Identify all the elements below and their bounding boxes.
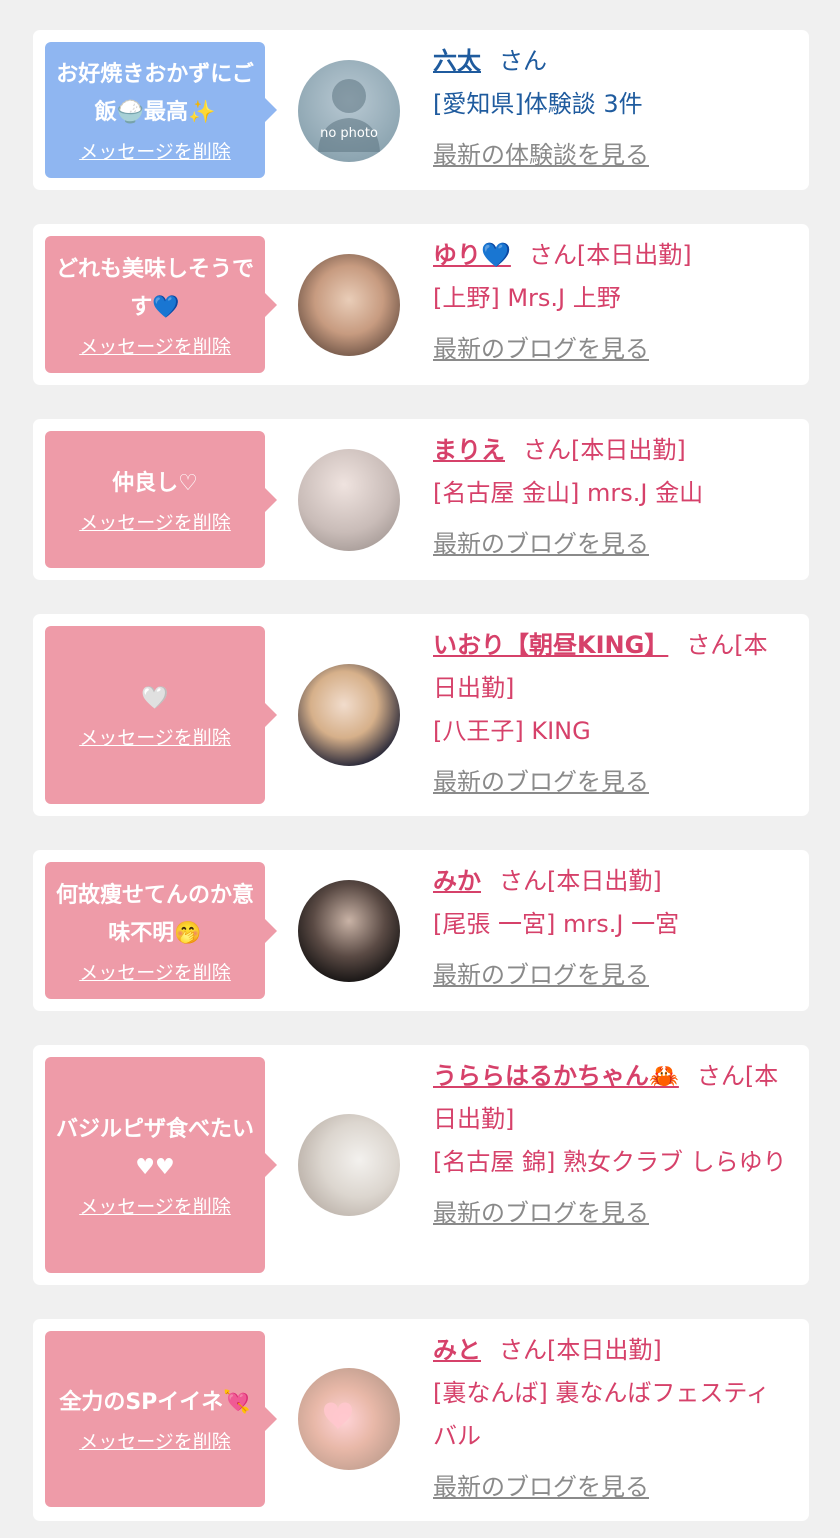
- latest-link[interactable]: 最新のブログを見る: [433, 1469, 791, 1505]
- user-info: うららはるかちゃん🦀 さん[本日出勤] [名古屋 錦] 熟女クラブ しらゆり 最新…: [433, 1055, 791, 1231]
- shop-info: [名古屋 錦] 熟女クラブ しらゆり: [433, 1148, 787, 1176]
- shop-info: [尾張 一宮] mrs.J 一宮: [433, 910, 680, 938]
- message-bubble: 仲良し♡ メッセージを削除: [45, 431, 277, 568]
- user-suffix: さん[本日出勤]: [528, 241, 692, 269]
- user-info: みか さん[本日出勤] [尾張 一宮] mrs.J 一宮 最新のブログを見る: [433, 860, 791, 993]
- message-text: 全力のSPイイネ💘: [59, 1390, 251, 1415]
- shop-info: [八王子] KING: [433, 717, 591, 745]
- latest-link[interactable]: 最新のブログを見る: [433, 331, 791, 367]
- delete-message-link[interactable]: メッセージを削除: [79, 511, 231, 535]
- message-card-5: 何故痩せてんのか意味不明🤭 メッセージを削除 みか さん[本日出勤] [尾張 一宮…: [33, 850, 809, 1011]
- message-card-2: どれも美味しそうです💙 メッセージを削除 ゆり💙 さん[本日出勤] [上野] Mr…: [33, 224, 809, 385]
- message-bubble: 全力のSPイイネ💘 メッセージを削除: [45, 1331, 277, 1507]
- message-text: 何故痩せてんのか意味不明🤭: [55, 882, 254, 946]
- delete-message-link[interactable]: メッセージを削除: [79, 1430, 231, 1454]
- delete-message-link[interactable]: メッセージを削除: [79, 961, 231, 985]
- shop-info: [名古屋 金山] mrs.J 金山: [433, 479, 704, 507]
- delete-message-link[interactable]: メッセージを削除: [79, 140, 231, 164]
- latest-link[interactable]: 最新のブログを見る: [433, 526, 791, 562]
- user-name-link[interactable]: うららはるかちゃん🦀: [433, 1062, 679, 1090]
- avatar[interactable]: [298, 1114, 400, 1216]
- message-card-3: 仲良し♡ メッセージを削除 まりえ さん[本日出勤] [名古屋 金山] mrs.J…: [33, 419, 809, 580]
- shop-info: [裏なんば] 裏なんばフェスティバル: [433, 1379, 770, 1450]
- message-bubble: どれも美味しそうです💙 メッセージを削除: [45, 236, 277, 373]
- heart-icon: [324, 1402, 352, 1430]
- user-name-link[interactable]: みか: [433, 867, 481, 895]
- no-photo-label: no photo: [320, 126, 378, 141]
- avatar[interactable]: [298, 1368, 400, 1470]
- message-card-7: 全力のSPイイネ💘 メッセージを削除 みと さん[本日出勤] [裏なんば] 裏なん…: [33, 1319, 809, 1521]
- user-suffix: さん: [499, 47, 547, 75]
- message-bubble: 何故痩せてんのか意味不明🤭 メッセージを削除: [45, 862, 277, 999]
- message-card-1: お好焼きおかずにご飯🍚最高✨ メッセージを削除 no photo 六太 さん [愛…: [33, 30, 809, 190]
- latest-link[interactable]: 最新のブログを見る: [433, 764, 791, 800]
- latest-link[interactable]: 最新のブログを見る: [433, 1195, 791, 1231]
- message-text: お好焼きおかずにご飯🍚最高✨: [56, 62, 254, 125]
- user-name-link[interactable]: ゆり💙: [433, 241, 511, 269]
- message-text: 🤍: [141, 686, 169, 711]
- no-photo-silhouette-icon: [318, 79, 380, 152]
- latest-link[interactable]: 最新のブログを見る: [433, 957, 791, 993]
- latest-link[interactable]: 最新の体験談を見る: [433, 137, 791, 173]
- message-bubble: バジルピザ食べたい♥♥ メッセージを削除: [45, 1057, 277, 1273]
- user-name-link[interactable]: みと: [433, 1336, 481, 1364]
- delete-message-link[interactable]: メッセージを削除: [79, 726, 231, 750]
- user-name-link[interactable]: まりえ: [433, 436, 505, 464]
- message-card-6: バジルピザ食べたい♥♥ メッセージを削除 うららはるかちゃん🦀 さん[本日出勤] …: [33, 1045, 809, 1285]
- message-text: バジルピザ食べたい♥♥: [55, 1117, 254, 1180]
- avatar[interactable]: [298, 880, 400, 982]
- user-name-link[interactable]: 六太: [433, 47, 481, 75]
- shop-info: [愛知県]体験談 3件: [433, 90, 643, 118]
- message-bubble: お好焼きおかずにご飯🍚最高✨ メッセージを削除: [45, 42, 277, 178]
- avatar[interactable]: [298, 664, 400, 766]
- message-bubble: 🤍 メッセージを削除: [45, 626, 277, 804]
- message-card-4: 🤍 メッセージを削除 いおり【朝昼KING】 さん[本日出勤] [八王子] KIN…: [33, 614, 809, 816]
- delete-message-link[interactable]: メッセージを削除: [79, 1195, 231, 1219]
- message-text: 仲良し♡: [112, 470, 198, 496]
- delete-message-link[interactable]: メッセージを削除: [79, 335, 231, 359]
- shop-info: [上野] Mrs.J 上野: [433, 284, 621, 312]
- user-info: ゆり💙 さん[本日出勤] [上野] Mrs.J 上野 最新のブログを見る: [433, 234, 791, 367]
- avatar[interactable]: [298, 254, 400, 356]
- message-text: どれも美味しそうです💙: [55, 256, 254, 320]
- avatar[interactable]: [298, 449, 400, 551]
- user-suffix: さん[本日出勤]: [523, 436, 686, 464]
- user-info: いおり【朝昼KING】 さん[本日出勤] [八王子] KING 最新のブログを見る: [433, 624, 791, 800]
- user-info: まりえ さん[本日出勤] [名古屋 金山] mrs.J 金山 最新のブログを見る: [433, 429, 791, 562]
- user-info: みと さん[本日出勤] [裏なんば] 裏なんばフェスティバル 最新のブログを見る: [433, 1329, 791, 1505]
- user-suffix: さん[本日出勤]: [499, 1336, 662, 1364]
- user-name-link[interactable]: いおり【朝昼KING】: [433, 631, 668, 659]
- avatar[interactable]: no photo: [298, 60, 400, 162]
- user-info: 六太 さん [愛知県]体験談 3件 最新の体験談を見る: [433, 40, 791, 173]
- user-suffix: さん[本日出勤]: [499, 867, 662, 895]
